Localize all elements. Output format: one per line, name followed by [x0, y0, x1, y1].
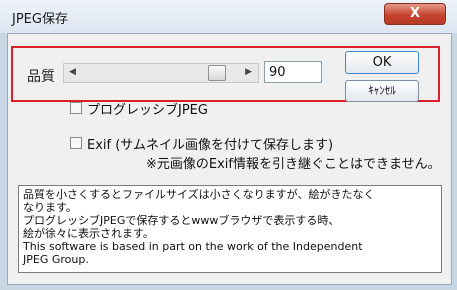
- description-line: プログレッシブJPEGで保存するとwwwブラウザで表示する時、: [23, 214, 340, 227]
- description-line: This software is based in part on the wo…: [23, 240, 363, 253]
- cancel-button[interactable]: ｷｬﾝｾﾙ: [345, 80, 419, 102]
- slider-right-arrow-icon[interactable]: ▶: [245, 67, 252, 77]
- progressive-label: プログレッシブJPEG: [87, 103, 208, 118]
- close-button[interactable]: X: [384, 3, 446, 25]
- description-textbox: 品質を小さくするとファイルサイズは小さくなりますが、絵がきたなく なります。 プ…: [18, 185, 442, 273]
- window-title: JPEG保存: [12, 12, 68, 27]
- exif-label: Exif (サムネイル画像を付けて保存します): [87, 138, 334, 153]
- description-line: JPEG Group.: [23, 253, 89, 266]
- dialog-body: 品質 ◀ ▶ 90 OK ｷｬﾝｾﾙ プログレッシブJPEG Exif (サムネ…: [7, 33, 452, 285]
- progressive-checkbox[interactable]: [70, 102, 82, 114]
- quality-slider[interactable]: ◀ ▶: [63, 63, 259, 83]
- title-bar: JPEG保存 X: [0, 0, 457, 33]
- ok-button[interactable]: OK: [345, 51, 419, 74]
- description-line: 絵が徐々に表示されます。: [23, 227, 154, 240]
- exif-checkbox[interactable]: [70, 137, 82, 149]
- exif-note: ※元画像のExif情報を引き継ぐことはできません。: [146, 157, 441, 172]
- quality-input[interactable]: 90: [264, 61, 322, 83]
- quality-label: 品質: [27, 69, 55, 85]
- slider-left-arrow-icon[interactable]: ◀: [69, 67, 76, 77]
- description-line: 品質を小さくするとファイルサイズは小さくなりますが、絵がきたなく: [23, 188, 375, 201]
- slider-thumb[interactable]: [208, 65, 226, 81]
- description-line: なります。: [23, 201, 77, 214]
